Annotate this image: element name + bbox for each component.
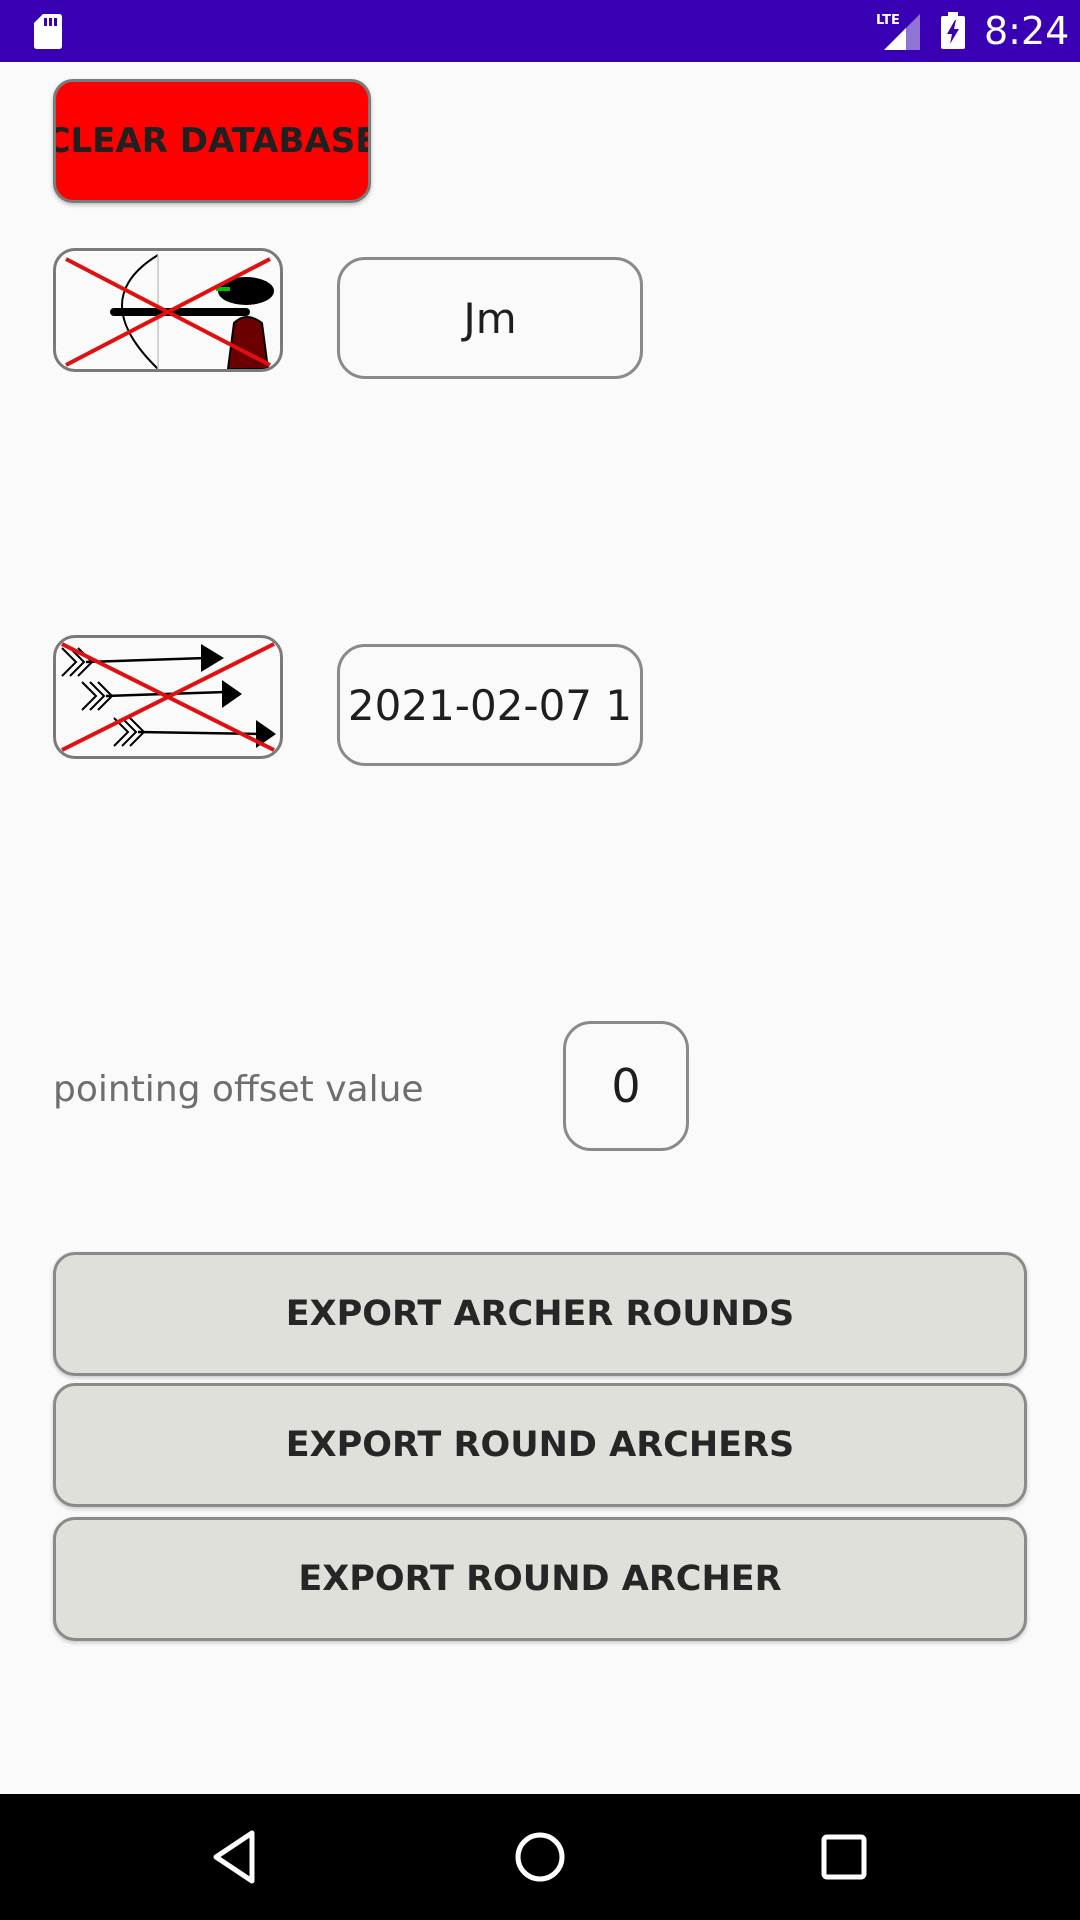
navigation-bar: [0, 1794, 1080, 1920]
clear-database-button[interactable]: CLEAR DATABASE: [53, 79, 371, 203]
pointing-offset-label: pointing offset value: [53, 1069, 424, 1110]
battery-charging-icon: [941, 12, 965, 49]
status-bar: LTE 8:24: [0, 0, 1080, 62]
archer-select-button[interactable]: [53, 248, 283, 372]
status-time: 8:24: [984, 9, 1070, 53]
export-round-archer-button[interactable]: EXPORT ROUND ARCHER: [53, 1517, 1027, 1641]
round-select-button[interactable]: [53, 635, 283, 759]
pointing-offset-input[interactable]: 0: [563, 1021, 689, 1151]
export-round-archers-button[interactable]: EXPORT ROUND ARCHERS: [53, 1383, 1027, 1507]
recents-icon[interactable]: [814, 1827, 874, 1887]
back-icon[interactable]: [206, 1827, 266, 1887]
network-type-label: LTE: [876, 13, 900, 28]
round-date-field[interactable]: 2021-02-07 1: [337, 644, 643, 766]
lte-signal-icon: LTE: [876, 13, 920, 50]
arrows-cross-icon: [61, 642, 276, 752]
export-archer-rounds-button[interactable]: EXPORT ARCHER ROUNDS: [53, 1252, 1027, 1376]
archer-cross-icon: [65, 254, 274, 369]
archer-name-field[interactable]: Jm: [337, 257, 643, 379]
sd-card-icon: [34, 14, 62, 49]
home-icon[interactable]: [510, 1827, 570, 1887]
